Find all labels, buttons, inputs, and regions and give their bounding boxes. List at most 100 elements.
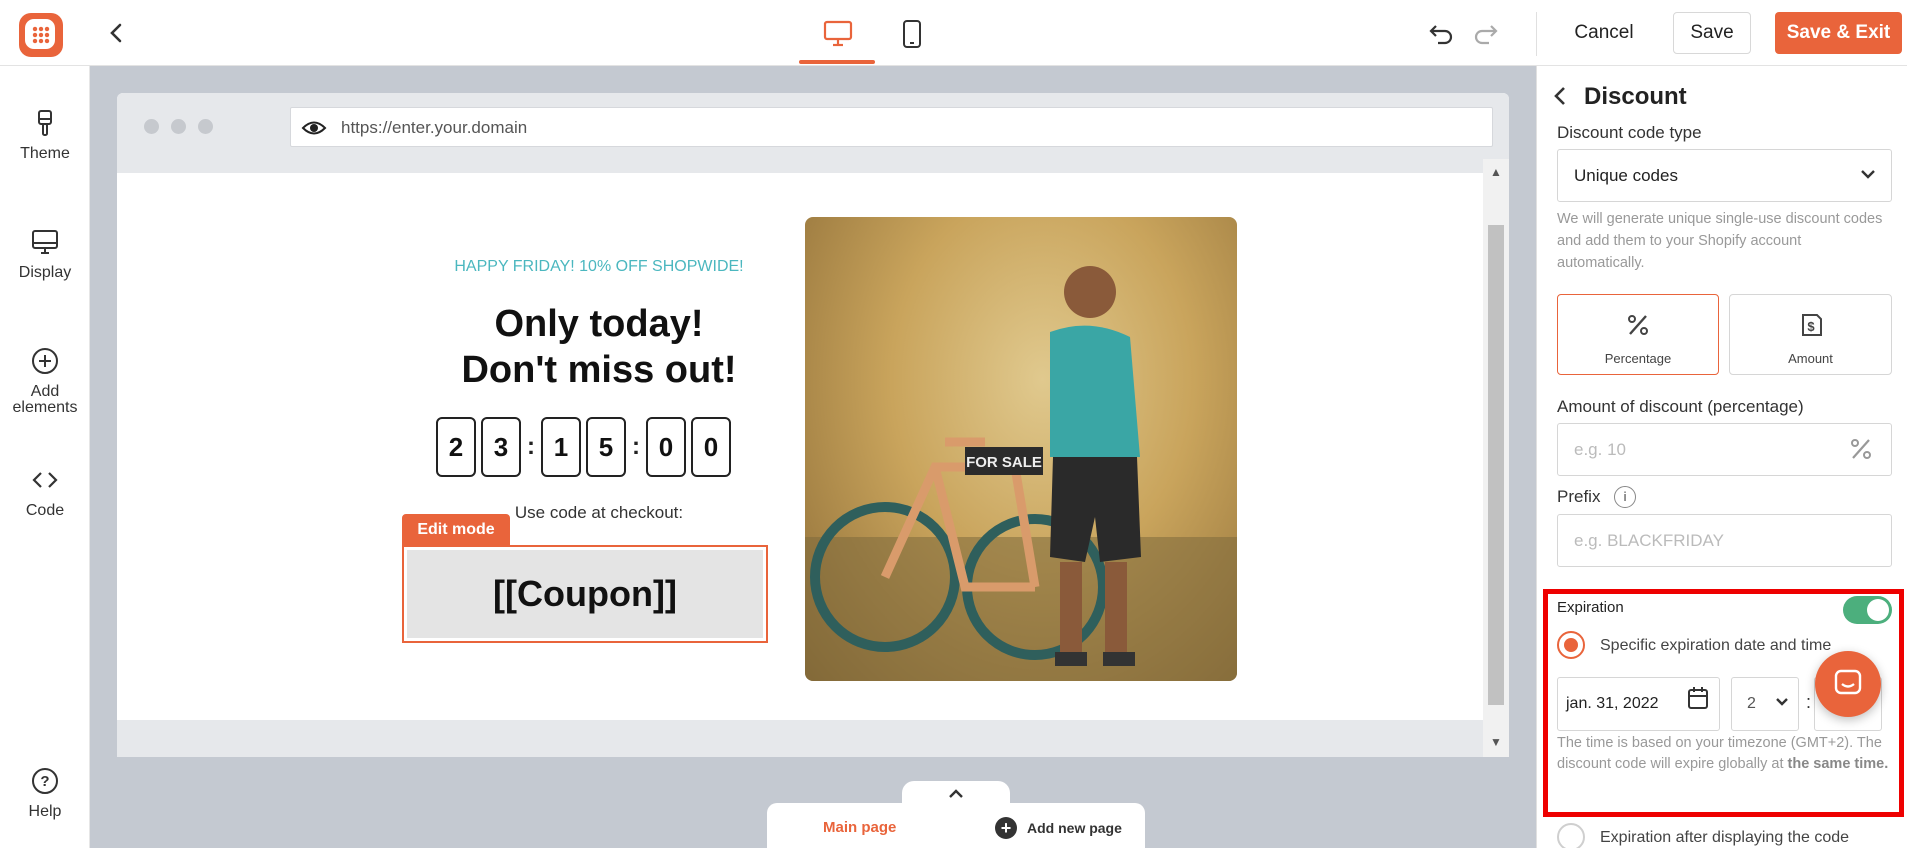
info-icon[interactable]: i xyxy=(1614,486,1636,508)
prefix-placeholder: e.g. BLACKFRIDAY xyxy=(1574,531,1724,550)
sidebar-item-add-elements[interactable]: Add elements xyxy=(0,346,90,416)
time-separator: : xyxy=(1806,692,1812,712)
panel-back-icon[interactable] xyxy=(1551,84,1569,115)
plus-icon: + xyxy=(995,817,1017,839)
svg-text:?: ? xyxy=(40,773,49,790)
radio-specific-date[interactable] xyxy=(1557,631,1585,659)
window-dot xyxy=(144,119,159,134)
url-text: https://enter.your.domain xyxy=(341,118,528,137)
left-sidebar: Theme Display Add elements Code ? Help xyxy=(0,66,90,848)
countdown-digit: 3 xyxy=(481,417,521,477)
countdown-digit: 0 xyxy=(691,417,731,477)
coupon-element[interactable]: [[Coupon]] xyxy=(402,545,768,643)
sidebar-item-label: Theme xyxy=(20,145,70,162)
countdown-timer[interactable]: 2 3 : 1 5 : 0 0 xyxy=(436,417,736,477)
code-type-help: We will generate unique single-use disco… xyxy=(1557,211,1883,271)
hero-image[interactable]: FOR SALE xyxy=(805,217,1237,681)
chevron-up-icon[interactable] xyxy=(902,781,1010,809)
url-bar[interactable]: https://enter.your.domain xyxy=(290,107,1493,147)
desktop-preview-icon[interactable] xyxy=(818,14,858,54)
percentage-option[interactable]: Percentage xyxy=(1557,294,1719,375)
eye-icon[interactable] xyxy=(301,118,327,138)
back-arrow-icon[interactable] xyxy=(104,18,128,48)
percentage-label: Percentage xyxy=(1604,351,1672,366)
mobile-preview-icon[interactable] xyxy=(892,14,932,54)
monitor-icon xyxy=(32,230,58,254)
svg-text:FOR SALE: FOR SALE xyxy=(966,454,1042,471)
calendar-icon[interactable] xyxy=(1687,686,1709,710)
browser-toolbar: https://enter.your.domain xyxy=(117,93,1509,159)
plus-circle-icon xyxy=(32,348,58,374)
radio-after-display[interactable] xyxy=(1557,823,1585,848)
percent-icon xyxy=(1849,436,1873,469)
add-new-page-button[interactable]: + Add new page xyxy=(995,817,1122,839)
countdown-separator: : xyxy=(632,433,640,460)
amount-placeholder: e.g. 10 xyxy=(1574,440,1626,459)
expiration-date-value: jan. 31, 2022 xyxy=(1566,695,1659,712)
radio-after-display-label[interactable]: Expiration after displaying the code xyxy=(1600,829,1849,847)
countdown-digit: 0 xyxy=(646,417,686,477)
tab-main-page[interactable]: Main page xyxy=(823,819,896,836)
amount-label: Amount xyxy=(1788,351,1833,366)
timezone-note: The time is based on your timezone (GMT+… xyxy=(1557,733,1892,775)
amount-input[interactable]: e.g. 10 xyxy=(1557,423,1892,476)
scroll-down-icon[interactable]: ▼ xyxy=(1490,735,1502,749)
percent-icon xyxy=(1558,311,1718,341)
undo-icon[interactable] xyxy=(1426,18,1456,48)
save-exit-button[interactable]: Save & Exit xyxy=(1775,12,1902,54)
cancel-button[interactable]: Cancel xyxy=(1558,12,1650,54)
headline[interactable]: Only today! Don't miss out! xyxy=(399,301,799,393)
prefix-input[interactable]: e.g. BLACKFRIDAY xyxy=(1557,514,1892,567)
active-device-indicator xyxy=(799,60,875,64)
radio-specific-date-label[interactable]: Specific expiration date and time xyxy=(1600,637,1831,655)
expiration-hour-value: 2 xyxy=(1747,695,1756,712)
sidebar-item-label: Code xyxy=(25,502,65,519)
page-strip xyxy=(117,159,1483,173)
code-type-select[interactable]: Unique codes xyxy=(1557,149,1892,202)
chevron-down-icon xyxy=(1774,692,1790,717)
amount-discount-label: Amount of discount (percentage) xyxy=(1557,397,1804,416)
divider xyxy=(1536,12,1537,56)
preview-scrollbar[interactable]: ▲ ▼ xyxy=(1483,159,1509,757)
scroll-up-icon[interactable]: ▲ xyxy=(1490,165,1502,179)
brush-icon xyxy=(38,110,52,136)
expiration-toggle[interactable] xyxy=(1843,596,1892,624)
chevron-down-icon xyxy=(1859,162,1877,192)
panel-title: Discount xyxy=(1584,83,1687,110)
sidebar-item-label: Display xyxy=(18,264,72,281)
chat-icon xyxy=(1834,669,1862,695)
promo-kicker[interactable]: HAPPY FRIDAY! 10% OFF SHOPWIDE! xyxy=(449,258,749,276)
timezone-note-bold: the same time. xyxy=(1787,756,1889,772)
edit-mode-tag: Edit mode xyxy=(402,514,510,546)
sidebar-item-label: Help xyxy=(28,803,62,820)
save-button[interactable]: Save xyxy=(1673,12,1751,54)
browser-preview: https://enter.your.domain HAPPY FRIDAY! … xyxy=(117,93,1509,757)
expiration-label: Expiration xyxy=(1557,599,1624,616)
app-logo[interactable] xyxy=(19,13,63,57)
scroll-thumb[interactable] xyxy=(1488,225,1504,705)
sidebar-item-display[interactable]: Display xyxy=(0,227,90,281)
amount-option[interactable]: $ Amount xyxy=(1729,294,1892,375)
sidebar-item-theme[interactable]: Theme xyxy=(0,108,90,162)
page-strip xyxy=(117,720,1483,757)
countdown-separator: : xyxy=(527,433,535,460)
headline-line: Don't miss out! xyxy=(461,349,737,391)
add-new-page-label: Add new page xyxy=(1027,820,1122,836)
expiration-date-input[interactable]: jan. 31, 2022 xyxy=(1557,677,1720,731)
sidebar-item-help[interactable]: ? Help xyxy=(0,766,90,820)
countdown-digit: 2 xyxy=(436,417,476,477)
countdown-digit: 5 xyxy=(586,417,626,477)
money-icon: $ xyxy=(1730,311,1891,341)
help-icon: ? xyxy=(32,768,58,794)
chat-support-button[interactable] xyxy=(1815,651,1881,717)
expiration-hour-select[interactable]: 2 xyxy=(1731,677,1799,731)
coupon-code: [[Coupon]] xyxy=(407,550,763,638)
sidebar-item-code[interactable]: Code xyxy=(0,465,90,519)
top-bar: Cancel Save Save & Exit xyxy=(0,0,1907,66)
redo-icon[interactable] xyxy=(1471,18,1501,48)
sidebar-item-label: Add elements xyxy=(12,383,78,416)
code-icon xyxy=(32,472,58,488)
code-type-value: Unique codes xyxy=(1574,166,1678,185)
svg-text:$: $ xyxy=(1807,319,1815,334)
headline-line: Only today! xyxy=(494,303,704,345)
